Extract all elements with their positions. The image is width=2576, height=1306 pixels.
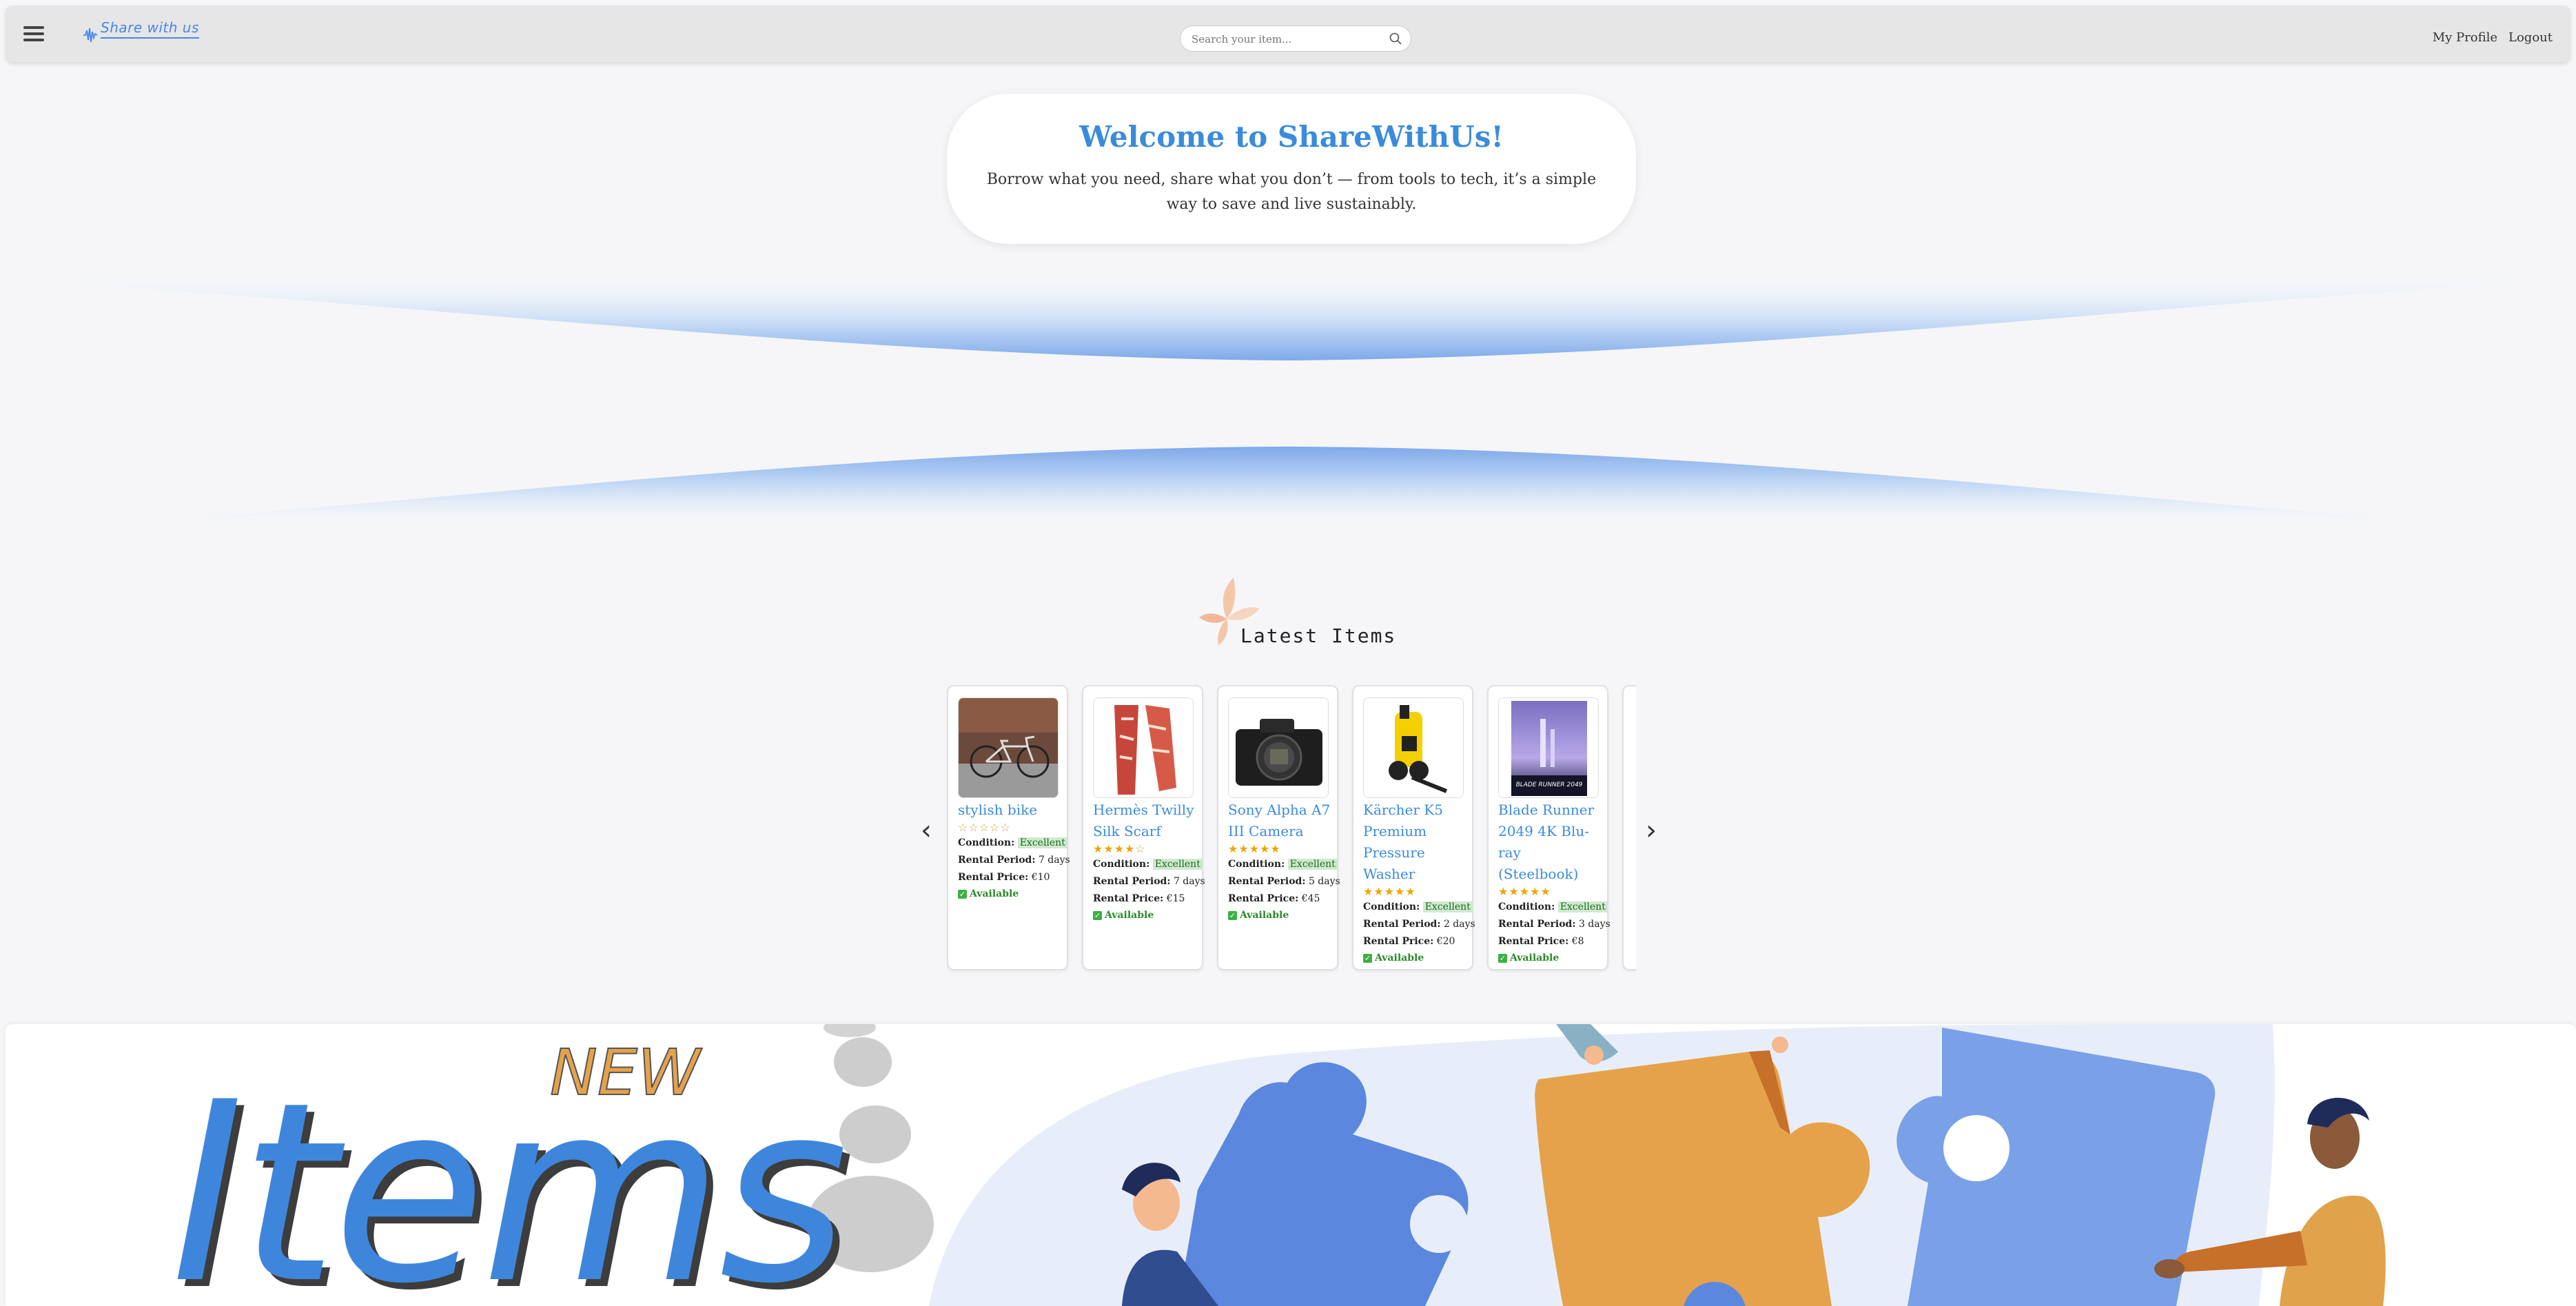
rating-stars: ★★★★★: [1363, 885, 1416, 898]
search-icon[interactable]: [1389, 32, 1402, 45]
welcome-hero: Welcome to ShareWithUs! Borrow what you …: [947, 94, 1636, 244]
condition-badge: Excellent: [1287, 859, 1338, 870]
rental-price: €45: [1301, 893, 1320, 904]
check-icon: ✓: [958, 889, 967, 899]
check-icon: ✓: [1498, 953, 1507, 963]
search-input[interactable]: [1190, 31, 1379, 48]
rental-period: 5 days: [1308, 876, 1340, 887]
rental-price: €10: [1031, 872, 1050, 883]
site-logo[interactable]: Share with us: [83, 19, 199, 50]
condition-badge: Excellent: [1557, 901, 1608, 912]
availability-status: ✓ Available: [1498, 952, 1560, 963]
item-card-partial[interactable]: [1622, 685, 1636, 970]
availability-status: ✓ Available: [1363, 952, 1424, 963]
condition-badge: Excellent: [1152, 859, 1203, 870]
banner-items-text: Items: [171, 1049, 844, 1306]
rental-price: €8: [1571, 936, 1584, 947]
availability-status: ✓ Available: [1093, 910, 1154, 921]
item-card[interactable]: stylish bike ☆☆☆☆☆ Condition: Excellent …: [947, 685, 1070, 970]
item-title[interactable]: Hermès Twilly Silk Scarf ★★★★☆ Condition…: [1093, 799, 1205, 923]
carousel-next-button[interactable]: ›: [1646, 815, 1657, 846]
check-icon: ✓: [1363, 953, 1372, 963]
rating-stars: ★★★★★: [1498, 885, 1551, 898]
item-image: BLADE RUNNER 2049: [1498, 697, 1599, 798]
item-card[interactable]: BLADE RUNNER 2049 Blade Runner 2049 4K B…: [1487, 685, 1611, 970]
rental-period: 7 days: [1038, 855, 1070, 866]
latest-items-carousel: stylish bike ☆☆☆☆☆ Condition: Excellent …: [947, 685, 1636, 973]
item-image: [1093, 697, 1194, 798]
condition-badge: Excellent: [1422, 901, 1473, 912]
availability-status: ✓ Available: [958, 888, 1019, 899]
top-wave-divider: [0, 267, 2576, 360]
rating-stars: ★★★★☆: [1093, 842, 1146, 855]
item-image: [1363, 697, 1464, 798]
rental-period: 7 days: [1173, 876, 1205, 887]
soundwave-icon: [83, 28, 98, 43]
hero-subtitle: Borrow what you need, share what you don…: [986, 171, 1597, 213]
new-items-banner: NEW Items Items: [6, 1024, 2576, 1306]
item-title[interactable]: Sony Alpha A7 III Camera ★★★★★ Condition…: [1228, 799, 1340, 923]
rental-period: 3 days: [1578, 919, 1611, 930]
rating-stars: ★★★★★: [1228, 842, 1281, 855]
new-items-illustration: NEW Items Items: [171, 1024, 2386, 1306]
item-image: [1228, 697, 1329, 798]
latest-items-header: Latest Items: [1199, 571, 1395, 653]
check-icon: ✓: [1228, 910, 1237, 920]
item-image: [958, 697, 1059, 798]
item-title[interactable]: Kärcher K5 Premium Pressure Washer ★★★★★…: [1363, 799, 1475, 966]
item-card[interactable]: Kärcher K5 Premium Pressure Washer ★★★★★…: [1352, 685, 1475, 970]
item-card[interactable]: Hermès Twilly Silk Scarf ★★★★☆ Condition…: [1082, 685, 1205, 970]
rental-period: 2 days: [1443, 919, 1475, 930]
check-icon: ✓: [1093, 910, 1102, 920]
steelbook-title: BLADE RUNNER 2049: [1516, 782, 1583, 788]
rating-stars: ☆☆☆☆☆: [958, 821, 1011, 834]
my-profile-link[interactable]: My Profile: [2433, 30, 2497, 45]
rental-price: €15: [1166, 893, 1185, 904]
item-title[interactable]: Blade Runner 2049 4K Blu-ray (Steelbook)…: [1498, 799, 1611, 966]
condition-badge: Excellent: [1017, 837, 1067, 848]
item-title[interactable]: stylish bike ☆☆☆☆☆ Condition: Excellent …: [958, 799, 1070, 901]
rental-price: €20: [1436, 936, 1455, 947]
top-navbar: Share with us My Profile Logout: [6, 6, 2570, 62]
bottom-wave-divider: [0, 447, 2576, 534]
search-bar: [1180, 25, 1411, 52]
item-card[interactable]: Sony Alpha A7 III Camera ★★★★★ Condition…: [1217, 685, 1340, 970]
logout-link[interactable]: Logout: [2508, 30, 2553, 45]
carousel-prev-button[interactable]: ‹: [921, 815, 932, 846]
hero-title: Welcome to ShareWithUs!: [1079, 120, 1504, 154]
latest-items-title: Latest Items: [1240, 624, 1397, 647]
availability-status: ✓ Available: [1228, 910, 1289, 921]
hamburger-menu-icon[interactable]: [23, 26, 44, 41]
logo-text: Share with us: [101, 19, 199, 39]
